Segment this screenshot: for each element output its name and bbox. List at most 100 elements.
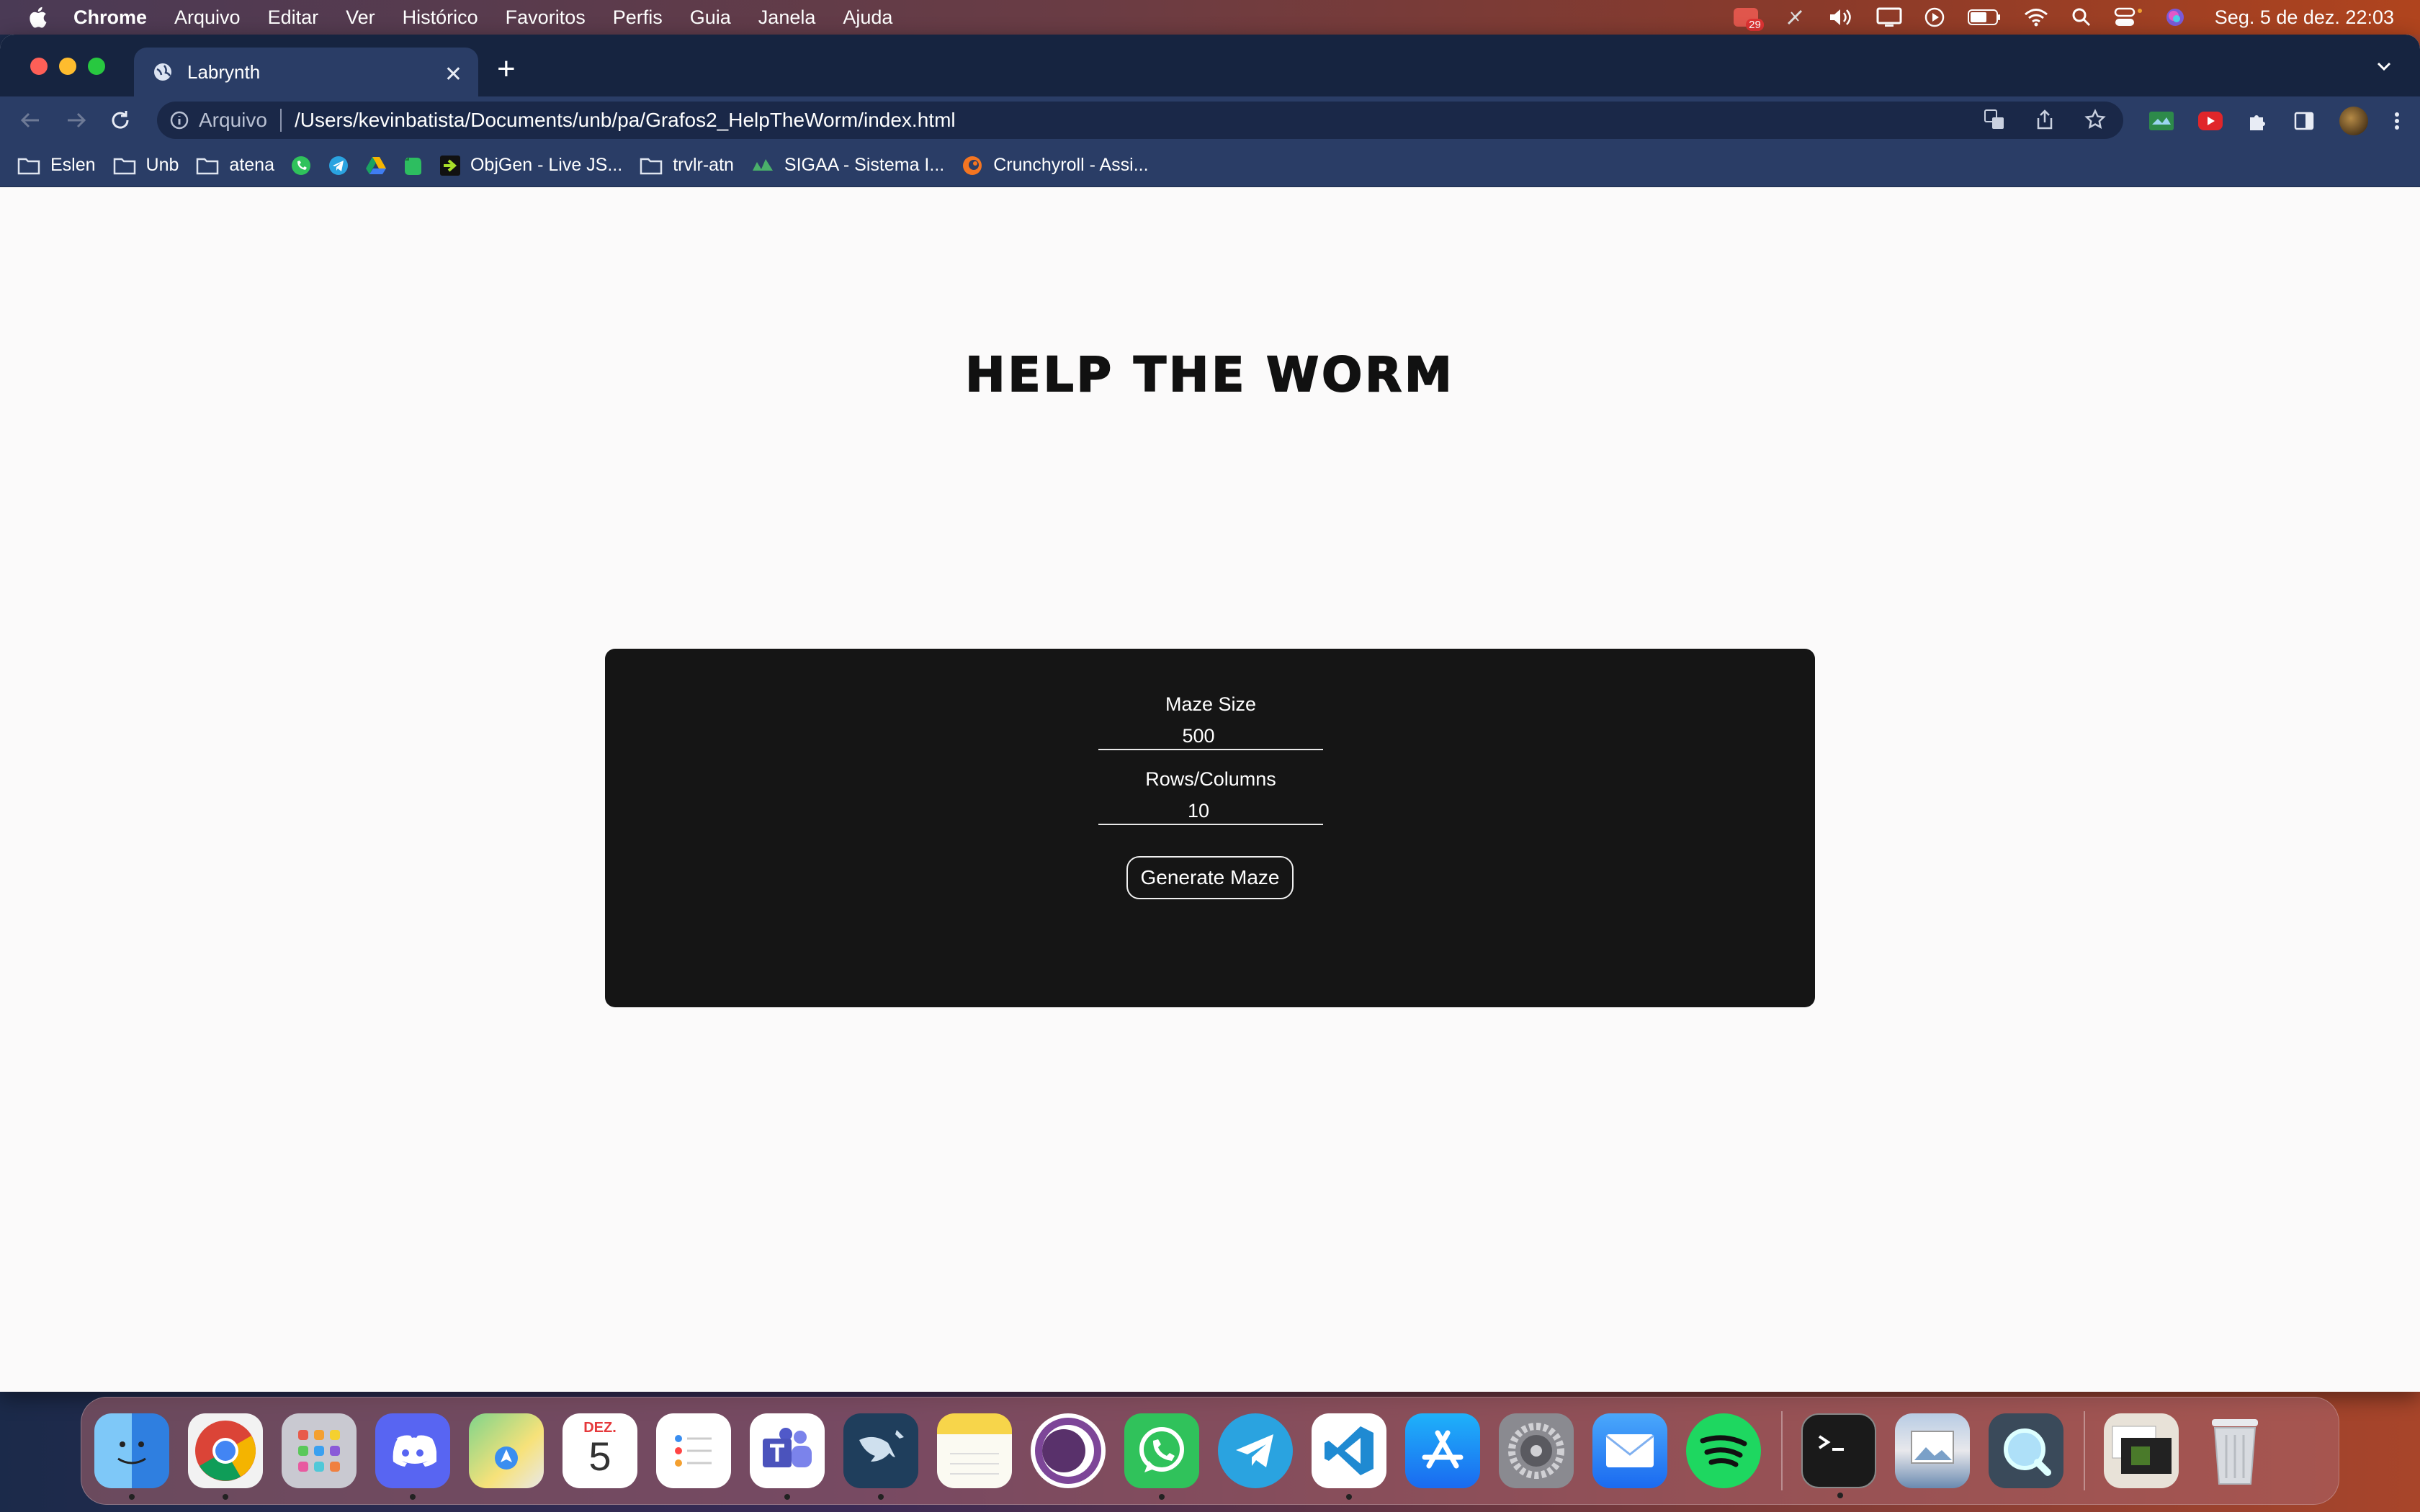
menu-guia[interactable]: Guia — [690, 6, 731, 29]
calendar-icon[interactable]: DEZ. 5 — [563, 1413, 637, 1488]
objgen-icon — [439, 155, 460, 176]
browser-window: Labrynth ✕ + Arquivo /Users/kevinbatista… — [0, 35, 2420, 1392]
tab-labrynth[interactable]: Labrynth ✕ — [134, 48, 478, 96]
address-bar[interactable]: Arquivo /Users/kevinbatista/Documents/un… — [157, 102, 2123, 139]
more-menu-icon[interactable] — [2393, 110, 2401, 132]
mail-icon[interactable] — [1592, 1413, 1667, 1488]
list-icon — [675, 1435, 712, 1467]
search-icon[interactable] — [2071, 6, 2092, 28]
menu-ajuda[interactable]: Ajuda — [843, 6, 892, 29]
forward-arrow-icon[interactable] — [65, 109, 88, 131]
menu-perfis[interactable]: Perfis — [613, 6, 663, 29]
siri-icon[interactable] — [2164, 6, 2186, 28]
bookmark-telegram[interactable] — [328, 155, 349, 176]
bookmark-unb[interactable]: Unb — [113, 155, 179, 176]
discord-icon[interactable] — [375, 1413, 450, 1500]
menu-app-name[interactable]: Chrome — [73, 6, 147, 29]
finder-icon[interactable] — [94, 1413, 169, 1500]
teams-icon[interactable] — [750, 1413, 825, 1500]
address-scheme: Arquivo — [199, 109, 267, 131]
new-tab-button[interactable]: + — [497, 53, 516, 85]
menu-arquivo[interactable]: Arquivo — [174, 6, 241, 29]
app-store-icon[interactable] — [1405, 1413, 1480, 1488]
display-icon[interactable] — [1876, 6, 1902, 28]
bookmark-sigaa[interactable]: SIGAA - Sistema I... — [751, 155, 944, 176]
quicktime-logo-icon — [2004, 1428, 2051, 1476]
paper-plane-icon — [1236, 1434, 1273, 1467]
generate-maze-button[interactable]: Generate Maze — [1126, 856, 1294, 899]
bookmark-label: atena — [229, 155, 274, 175]
profile-avatar[interactable] — [2339, 107, 2368, 135]
chrome-icon[interactable] — [188, 1413, 263, 1500]
menu-editar[interactable]: Editar — [268, 6, 319, 29]
trash-icon[interactable] — [2197, 1413, 2272, 1488]
vscode-icon[interactable] — [1312, 1413, 1386, 1500]
muted-mic-icon[interactable] — [1784, 6, 1806, 28]
dock-separator — [1781, 1411, 1783, 1490]
maze-size-input[interactable] — [1098, 723, 1323, 750]
spotify-icon[interactable] — [1686, 1413, 1761, 1488]
bookmark-crunchyroll[interactable]: Crunchyroll - Assi... — [962, 155, 1149, 176]
dolphin-icon — [859, 1430, 904, 1462]
wifi-icon[interactable] — [2023, 7, 2049, 27]
menu-janela[interactable]: Janela — [758, 6, 816, 29]
apple-icon[interactable] — [27, 6, 48, 29]
terminal-icon[interactable] — [1801, 1413, 1876, 1498]
downloads-stack-icon[interactable] — [2104, 1413, 2179, 1488]
youtube-extension-icon[interactable] — [2198, 112, 2223, 130]
bookmark-eslen[interactable]: Eslen — [17, 155, 96, 176]
notification-app-icon[interactable]: 29 — [1733, 6, 1764, 31]
reload-icon[interactable] — [109, 109, 133, 131]
preview-icon[interactable] — [1895, 1413, 1970, 1488]
launchpad-icon[interactable] — [282, 1413, 357, 1488]
globe-icon — [154, 63, 171, 81]
menu-ver[interactable]: Ver — [346, 6, 375, 29]
fullscreen-window-button[interactable] — [88, 58, 105, 75]
crunchyroll-icon — [963, 156, 982, 175]
side-panel-icon[interactable] — [2293, 110, 2315, 132]
notes-icon[interactable] — [937, 1413, 1012, 1488]
play-circle-icon[interactable] — [1924, 6, 1945, 28]
address-url[interactable]: /Users/kevinbatista/Documents/unb/pa/Gra… — [295, 109, 956, 132]
reminders-icon[interactable] — [656, 1413, 731, 1488]
control-center-icon[interactable] — [2114, 6, 2143, 28]
translate-icon[interactable] — [1984, 109, 2005, 130]
menu-favoritos[interactable]: Favoritos — [506, 6, 586, 29]
maps-icon[interactable] — [469, 1413, 544, 1488]
maze-size-field: Maze Size — [1098, 693, 1323, 750]
finder-face-icon — [117, 1441, 146, 1464]
minimize-window-button[interactable] — [59, 58, 76, 75]
page-title: Help the Worm — [964, 346, 1455, 403]
menu-datetime[interactable]: Seg. 5 de dez. 22:03 — [2215, 6, 2394, 29]
star-icon[interactable] — [2084, 109, 2106, 130]
rows-columns-input[interactable] — [1098, 798, 1323, 825]
menu-historico[interactable]: Histórico — [403, 6, 478, 29]
bookmark-objgen[interactable]: ObjGen - Live JS... — [439, 155, 622, 176]
teams-logo-icon — [763, 1428, 812, 1467]
system-preferences-icon[interactable] — [1499, 1413, 1574, 1488]
back-arrow-icon[interactable] — [19, 109, 42, 131]
puzzle-icon[interactable] — [2247, 110, 2269, 132]
bookmark-google-drive[interactable] — [365, 156, 387, 176]
bookmark-whatsapp[interactable] — [290, 155, 312, 176]
page-content: Help the Worm Maze Size Rows/Columns Gen… — [0, 187, 2420, 1392]
extension-flag-icon[interactable] — [2149, 112, 2174, 130]
chevron-down-icon[interactable] — [2374, 56, 2394, 76]
volume-icon[interactable] — [1827, 6, 1855, 28]
whatsapp-icon[interactable] — [1124, 1413, 1199, 1500]
close-window-button[interactable] — [30, 58, 48, 75]
discord-logo-icon — [393, 1435, 436, 1467]
battery-icon[interactable] — [1967, 8, 2002, 27]
share-icon[interactable] — [2034, 109, 2056, 130]
bookmark-label: Eslen — [50, 155, 96, 175]
quicktime-icon[interactable] — [1989, 1413, 2063, 1488]
sigaa-icon — [752, 158, 773, 171]
mysql-workbench-icon[interactable] — [843, 1413, 918, 1500]
close-tab-icon[interactable]: ✕ — [444, 62, 462, 87]
tor-browser-icon[interactable] — [1031, 1413, 1106, 1488]
bookmark-atena[interactable]: atena — [196, 155, 274, 176]
bookmark-evernote[interactable] — [403, 155, 423, 176]
bookmark-trvlr-atn[interactable]: trvlr-atn — [640, 155, 734, 176]
telegram-icon[interactable] — [1218, 1413, 1293, 1488]
info-icon[interactable] — [170, 111, 189, 130]
